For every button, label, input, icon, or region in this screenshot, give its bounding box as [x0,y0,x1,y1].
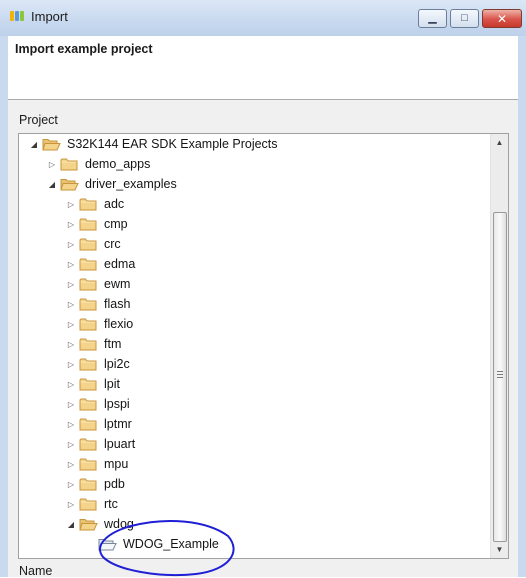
tree-item-driver[interactable]: ▷ lpuart [66,434,135,454]
scroll-down-arrow-icon[interactable]: ▼ [491,541,508,558]
expand-arrow-icon[interactable]: ▷ [47,158,57,170]
tree-item-driver[interactable]: ▷ edma [66,254,135,274]
folder-icon [60,157,79,171]
tree-item-wdog[interactable]: ◢ wdog [66,514,134,534]
expand-arrow-icon[interactable]: ▷ [66,278,76,290]
dialog-header: Import example project [8,36,518,100]
scrollbar-thumb[interactable] [493,212,507,542]
scroll-up-arrow-icon[interactable]: ▲ [491,134,508,151]
expand-arrow-icon[interactable]: ▷ [66,338,76,350]
folder-icon [79,277,98,291]
folder-icon [79,317,98,331]
collapse-arrow-icon[interactable]: ◢ [47,178,57,190]
tree-item-wdog-example[interactable]: WDOG_Example [98,534,219,554]
open-folder-icon [60,177,79,191]
expand-arrow-icon[interactable]: ▷ [66,438,76,450]
folder-icon [79,337,98,351]
folder-icon [79,497,98,511]
grip-icon [497,371,503,378]
folder-icon [79,257,98,271]
vertical-scrollbar[interactable]: ▲ ▼ [490,134,508,558]
window-frame-left [0,36,8,577]
minimize-icon: ▁ [428,12,437,24]
tree-item-driver[interactable]: ▷ cmp [66,214,128,234]
tree-item-driver-examples[interactable]: ◢ driver_examples [47,174,177,194]
expand-arrow-icon[interactable]: ▷ [66,298,76,310]
folder-icon [79,297,98,311]
close-button[interactable]: ✕ [482,9,522,28]
name-label: Name [19,564,53,578]
expand-arrow-icon[interactable]: ▷ [66,398,76,410]
close-icon: ✕ [496,11,508,26]
expand-arrow-icon[interactable]: ▷ [66,478,76,490]
tree-item-driver[interactable]: ▷ lpi2c [66,354,130,374]
expand-arrow-icon[interactable]: ▷ [66,238,76,250]
expand-arrow-icon[interactable]: ▷ [66,498,76,510]
expand-arrow-icon[interactable]: ▷ [66,218,76,230]
tree-item-driver[interactable]: ▷ lpit [66,374,120,394]
window-frame-right [518,36,526,577]
project-label: Project [19,113,58,127]
folder-icon [79,437,98,451]
project-tree-view[interactable]: ◢ S32K144 EAR SDK Example Projects ▷ dem… [18,133,509,559]
title-bar[interactable]: Import ▁ □ ✕ [0,0,526,37]
maximize-button[interactable]: □ [450,9,479,28]
tree-item-driver[interactable]: ▷ ewm [66,274,130,294]
tree-item-driver[interactable]: ▷ lptmr [66,414,132,434]
tree-item-driver[interactable]: ▷ mpu [66,454,128,474]
tree-item-driver[interactable]: ▷ lpspi [66,394,130,414]
open-folder-icon [79,517,98,531]
open-folder-icon [42,137,61,151]
folder-icon [79,197,98,211]
collapse-arrow-icon[interactable]: ◢ [29,138,39,150]
tree-item-driver[interactable]: ▷ ftm [66,334,121,354]
dialog-title: Import example project [15,42,153,56]
folder-icon [79,417,98,431]
tree-item-demo-apps[interactable]: ▷ demo_apps [47,154,150,174]
tree-item-driver[interactable]: ▷ flexio [66,314,133,334]
maximize-icon: □ [461,12,468,24]
folder-icon [79,377,98,391]
collapse-arrow-icon[interactable]: ◢ [66,518,76,530]
expand-arrow-icon[interactable]: ▷ [66,258,76,270]
project-tree: ◢ S32K144 EAR SDK Example Projects ▷ dem… [19,134,489,558]
expand-arrow-icon[interactable]: ▷ [66,418,76,430]
expand-arrow-icon[interactable]: ▷ [66,318,76,330]
folder-icon [79,217,98,231]
folder-icon [79,237,98,251]
tree-item-driver[interactable]: ▷ rtc [66,494,118,514]
minimize-button[interactable]: ▁ [418,9,447,28]
folder-icon [79,397,98,411]
dialog-body: Project ◢ S32K144 EAR SDK Example Projec… [8,100,518,578]
tree-item-driver[interactable]: ▷ adc [66,194,124,214]
expand-arrow-icon[interactable]: ▷ [66,378,76,390]
tree-item-driver[interactable]: ▷ flash [66,294,130,314]
expand-arrow-icon[interactable]: ▷ [66,458,76,470]
tree-item-driver[interactable]: ▷ pdb [66,474,125,494]
project-folder-icon [98,537,117,551]
nxp-logo-icon [10,11,24,21]
folder-icon [79,457,98,471]
tree-item-root[interactable]: ◢ S32K144 EAR SDK Example Projects [29,134,278,154]
window-title: Import [31,9,68,24]
expand-arrow-icon[interactable]: ▷ [66,198,76,210]
folder-icon [79,477,98,491]
expand-arrow-icon[interactable]: ▷ [66,358,76,370]
folder-icon [79,357,98,371]
tree-item-driver[interactable]: ▷ crc [66,234,121,254]
